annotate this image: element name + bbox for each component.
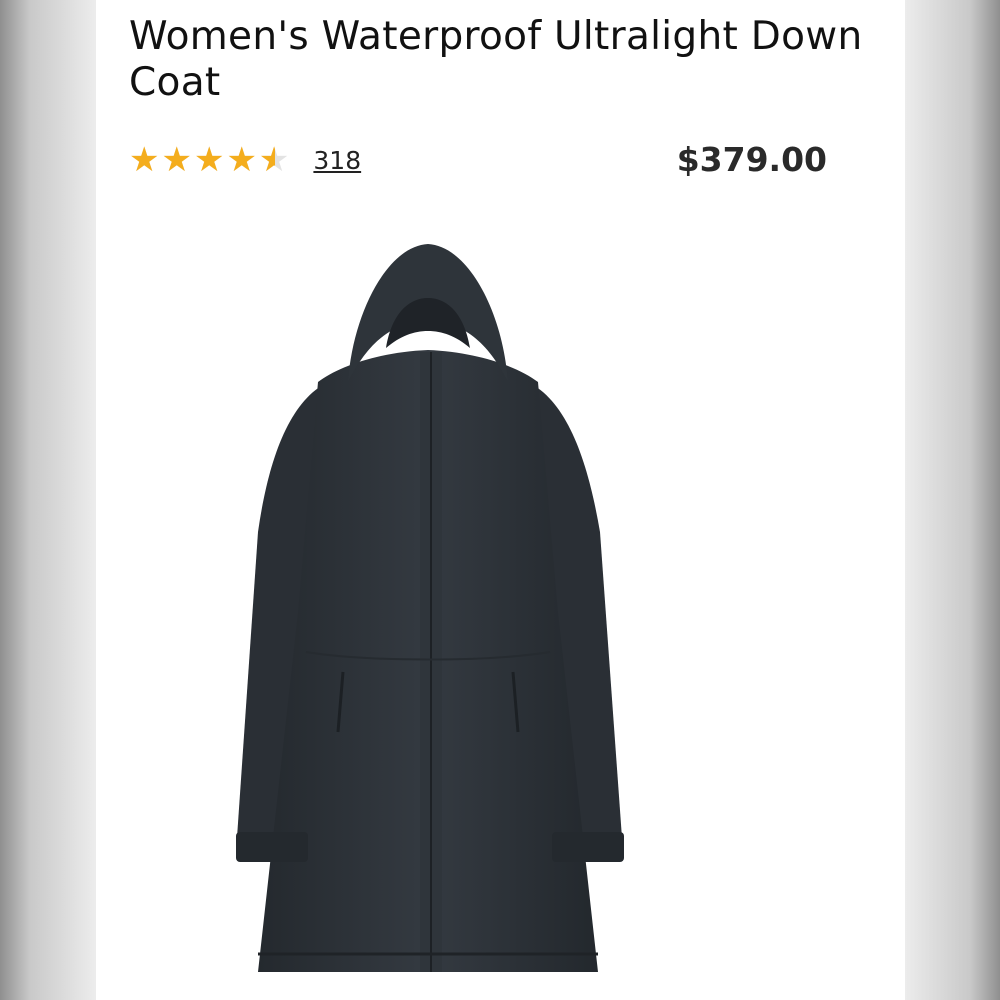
coat-illustration bbox=[236, 244, 624, 972]
star-rating-filled: ★★★★★ bbox=[129, 141, 275, 179]
rating-row: ★★★★★ ★★★★★ 318 bbox=[129, 140, 361, 180]
review-count-link[interactable]: 318 bbox=[313, 146, 361, 175]
product-price: $379.00 bbox=[676, 140, 827, 179]
product-image bbox=[236, 244, 624, 972]
star-rating: ★★★★★ ★★★★★ bbox=[129, 140, 291, 180]
product-title: Women's Waterproof Ultralight Down Coat bbox=[129, 14, 863, 105]
